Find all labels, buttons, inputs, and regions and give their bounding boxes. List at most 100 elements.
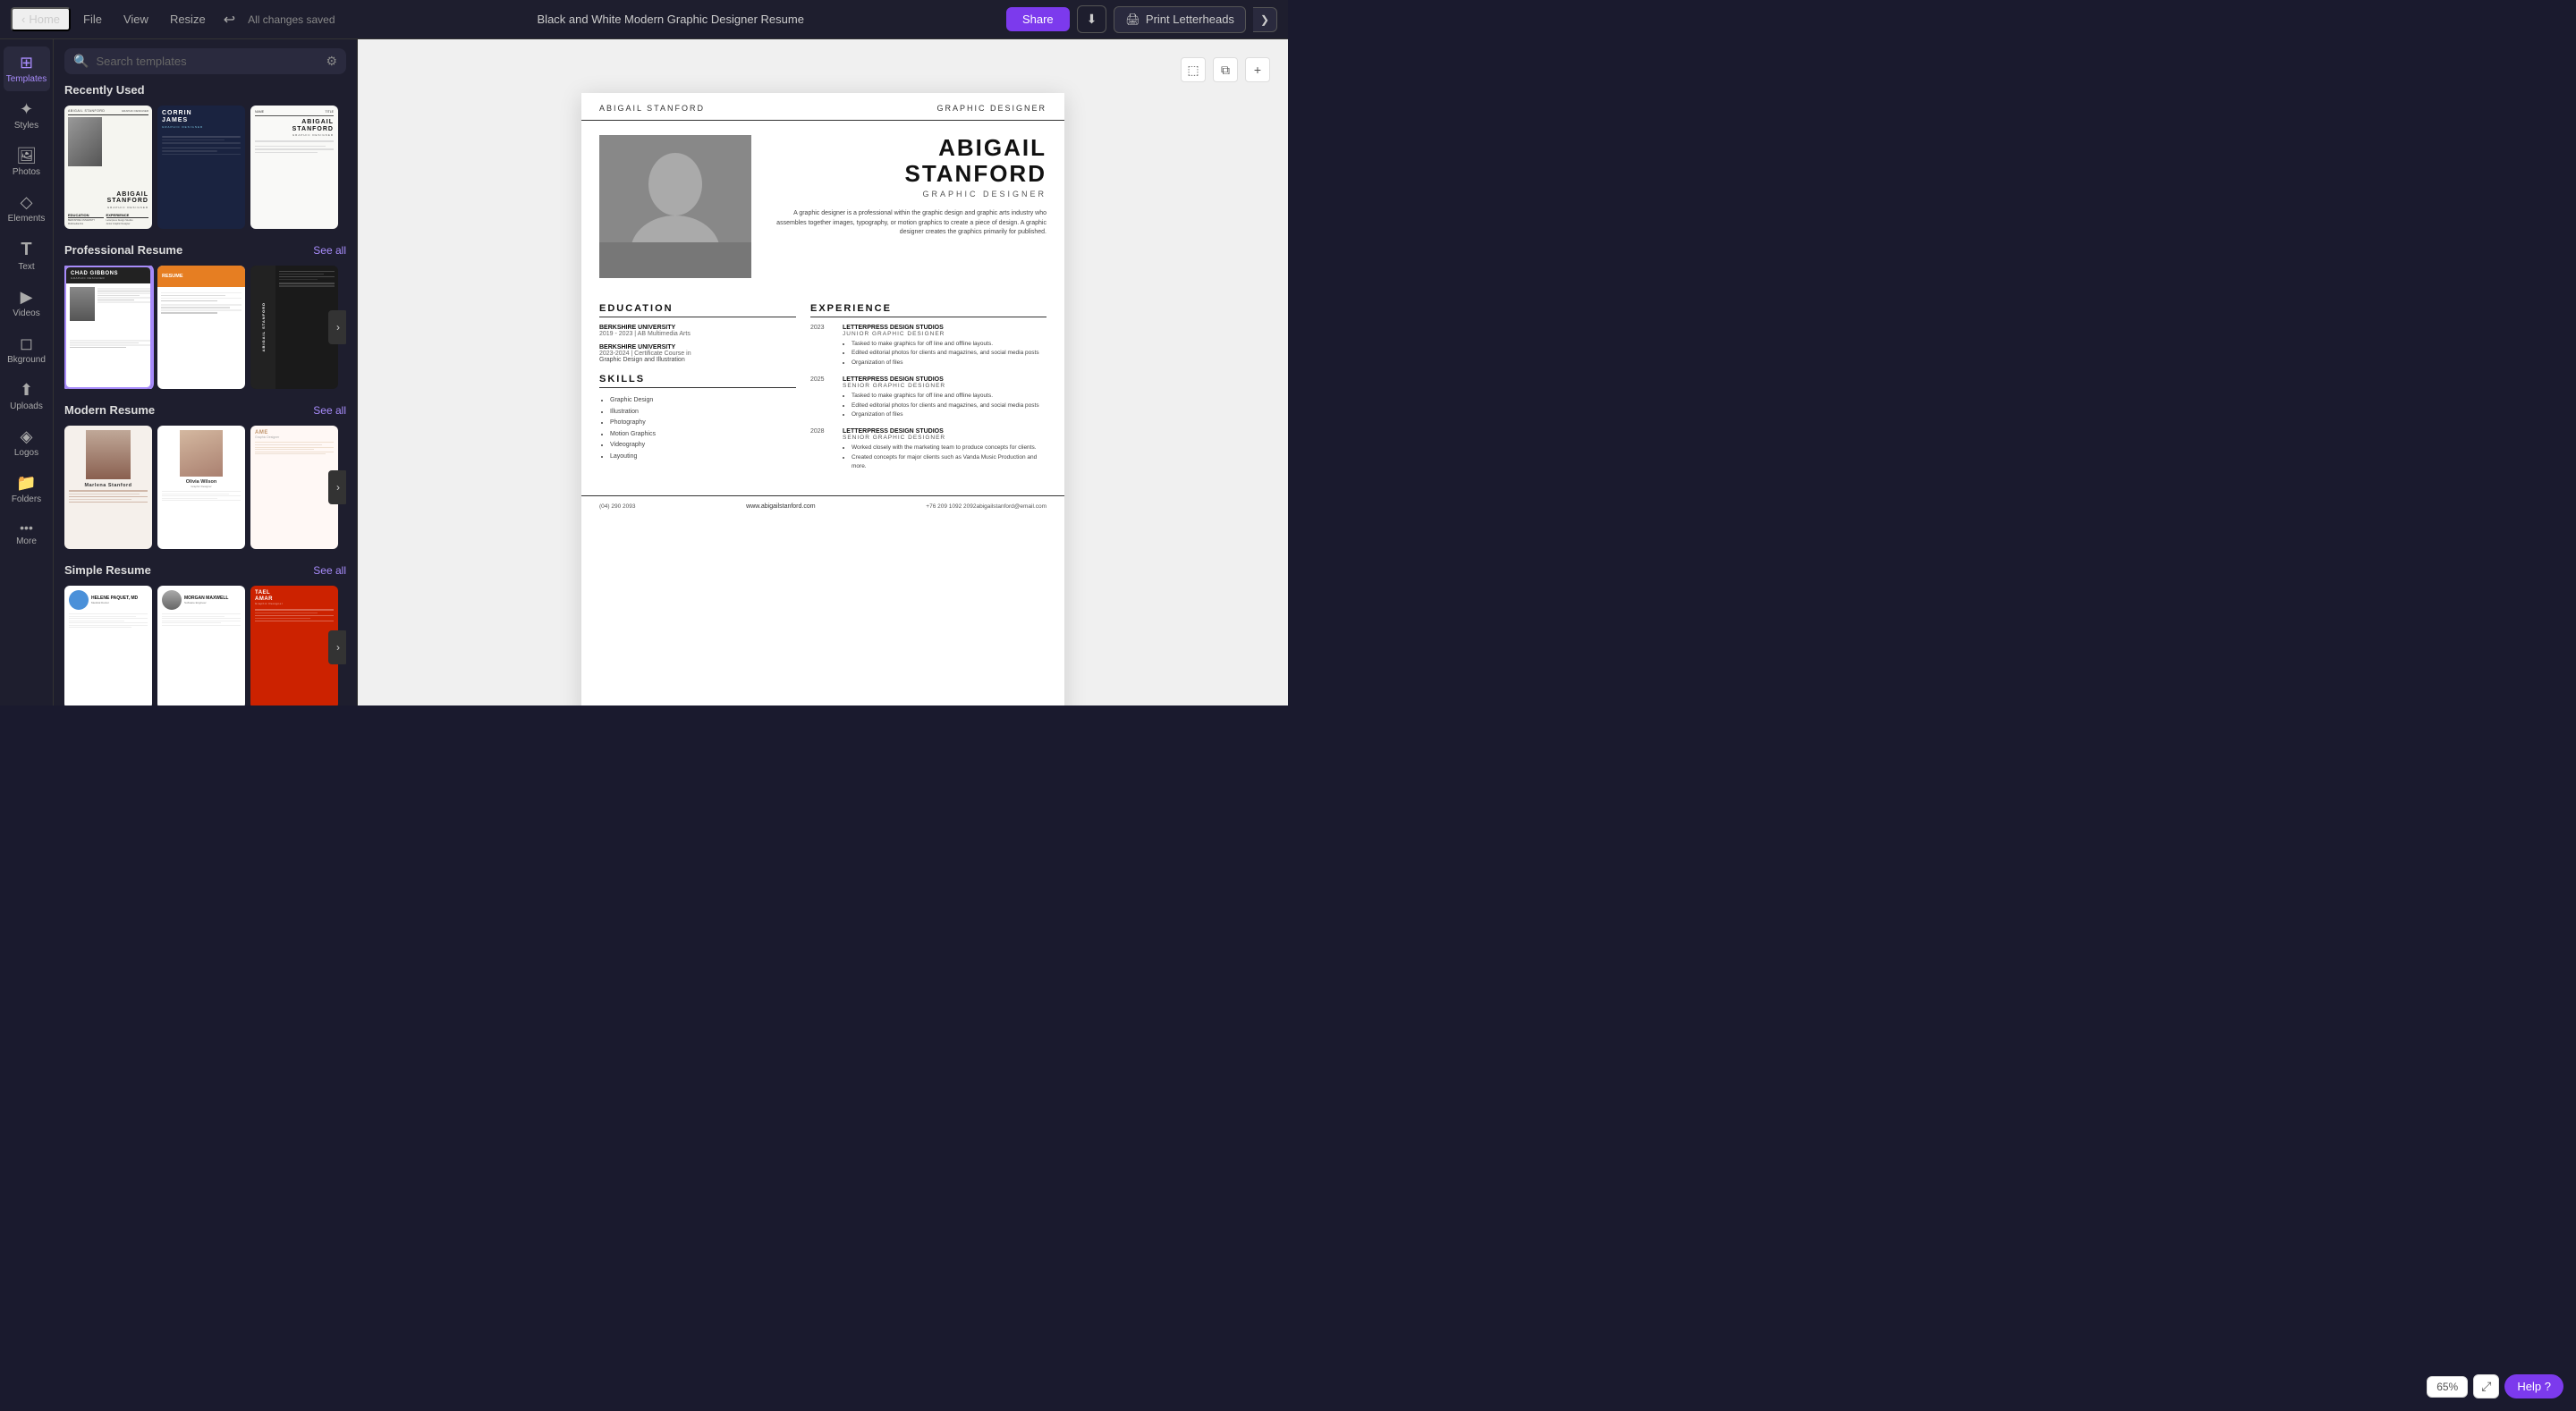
add-tool-button[interactable]: + bbox=[1245, 57, 1270, 82]
template-card-helene-paquet[interactable]: HELENE PAQUET, MD Medical Doctor bbox=[64, 586, 152, 706]
canvas-area: ⬚ ⧉ + ABIGAIL STANFORD GRAPHIC DESIGNER bbox=[358, 39, 1288, 706]
professional-resume-grid: CHAD GIBBONS GRAPHIC DESIGNER bbox=[64, 266, 346, 389]
sidebar-item-logos[interactable]: ◈ Logos bbox=[4, 420, 50, 465]
modern-scroll-right[interactable]: › bbox=[328, 470, 346, 504]
exp-year-1: 2023 bbox=[810, 325, 835, 368]
home-label: Home bbox=[29, 13, 60, 26]
skill-3: Photography bbox=[610, 418, 796, 429]
share-button[interactable]: Share bbox=[1006, 7, 1070, 31]
exp-bullet-1-2: Edited editorial photos for clients and … bbox=[852, 349, 1046, 358]
resume-footer-phone: (04) 290 2093 bbox=[599, 503, 635, 510]
styles-icon: ✦ bbox=[20, 100, 33, 119]
elements-icon: ◇ bbox=[21, 193, 33, 212]
modern-resume-section: Modern Resume See all Marlena Stanford bbox=[54, 403, 357, 563]
skill-5: Videography bbox=[610, 440, 796, 452]
template-card-morgan-maxwell[interactable]: MORGAN MAXWELL Software Engineer bbox=[157, 586, 245, 706]
background-label: Bkground bbox=[7, 355, 46, 365]
professional-resume-header: Professional Resume See all bbox=[64, 243, 346, 257]
logos-icon: ◈ bbox=[21, 427, 33, 446]
resume-footer: (04) 290 2093 www.abigailstanford.com +7… bbox=[581, 495, 1064, 517]
sidebar-item-elements[interactable]: ◇ Elements bbox=[4, 186, 50, 231]
template-card-recent3[interactable]: NAMETITLE ABIGAILSTANFORD GRAPHIC DESIGN… bbox=[250, 106, 338, 229]
exp-company-2: LETTERPRESS DESIGN STUDIOS bbox=[843, 376, 1046, 383]
photos-label: Photos bbox=[13, 167, 40, 177]
resume-document: ABIGAIL STANFORD GRAPHIC DESIGNER bbox=[581, 93, 1064, 706]
resume-body: EDUCATION BERKSHIRE UNIVERSITY 2019 - 20… bbox=[581, 292, 1064, 495]
search-input[interactable] bbox=[96, 55, 318, 68]
exp-year-3: 2028 bbox=[810, 428, 835, 471]
template-card-tael-amar[interactable]: TAELAMAR Graphic Designer bbox=[250, 586, 338, 706]
filter-button[interactable]: ⚙ bbox=[326, 54, 337, 69]
modern-resume-title: Modern Resume bbox=[64, 403, 155, 417]
bottom-controls: 65% ⤢ Help ? bbox=[2427, 1374, 2563, 1398]
sidebar-item-templates[interactable]: ⊞ Templates bbox=[4, 46, 50, 91]
template-card-corrin[interactable]: CORRINJAMES GRAPHIC DESIGNER bbox=[157, 106, 245, 229]
recently-used-title: Recently Used bbox=[64, 83, 145, 97]
more-icon: ••• bbox=[20, 520, 33, 535]
template-card-professional-3[interactable]: ABIGAIL STANFORD bbox=[250, 266, 338, 389]
edu-school-1: BERKSHIRE UNIVERSITY bbox=[599, 325, 796, 331]
resume-left-column: EDUCATION BERKSHIRE UNIVERSITY 2019 - 20… bbox=[599, 292, 796, 481]
template-card-chad-gibbons[interactable]: CHAD GIBBONS GRAPHIC DESIGNER bbox=[64, 266, 152, 389]
home-button[interactable]: ‹ Home bbox=[11, 7, 71, 31]
resume-photo bbox=[599, 135, 751, 278]
sidebar-item-text[interactable]: T Text bbox=[4, 232, 50, 279]
simple-scroll-right[interactable]: › bbox=[328, 630, 346, 664]
recently-used-header: Recently Used bbox=[64, 83, 346, 97]
template-card-modern-3[interactable]: AME Graphic Designer bbox=[250, 426, 338, 549]
professional-scroll-right[interactable]: › bbox=[328, 310, 346, 344]
print-dropdown-button[interactable]: ❯ bbox=[1253, 7, 1277, 32]
help-button[interactable]: Help ? bbox=[2504, 1374, 2563, 1398]
sidebar-item-folders[interactable]: 📁 Folders bbox=[4, 467, 50, 511]
copy-tool-button[interactable]: ⧉ bbox=[1213, 57, 1238, 82]
experience-section-title: EXPERIENCE bbox=[810, 303, 1046, 317]
logos-label: Logos bbox=[14, 448, 38, 458]
frame-tool-button[interactable]: ⬚ bbox=[1181, 57, 1206, 82]
modern-resume-see-all[interactable]: See all bbox=[313, 404, 346, 417]
file-menu[interactable]: File bbox=[74, 9, 111, 30]
template-card-olivia-wilson[interactable]: Olivia Wilson Graphic Designer bbox=[157, 426, 245, 549]
sidebar-item-videos[interactable]: ▶ Videos bbox=[4, 281, 50, 325]
exp-item-1: 2023 LETTERPRESS DESIGN STUDIOS JUNIOR G… bbox=[810, 325, 1046, 368]
topbar-center: Black and White Modern Graphic Designer … bbox=[343, 12, 999, 28]
resize-menu[interactable]: Resize bbox=[161, 9, 215, 30]
topbar: ‹ Home File View Resize ↩ All changes sa… bbox=[0, 0, 1288, 39]
edu-year-1: 2019 - 2023 | AB Multimedia Arts bbox=[599, 331, 796, 337]
resume-footer-url: www.abigailstanford.com bbox=[635, 503, 926, 510]
uploads-icon: ⬆ bbox=[20, 381, 33, 400]
download-button[interactable]: ⬇ bbox=[1077, 5, 1107, 33]
zoom-value: 65% bbox=[2436, 1381, 2458, 1393]
exp-bullet-2-2: Edited editorial photos for clients and … bbox=[852, 401, 1046, 410]
template-card-abigail[interactable]: ABIGAIL STANFORD GRAPHIC DESIGNER ABIGAI… bbox=[64, 106, 152, 229]
sidebar-item-more[interactable]: ••• More bbox=[4, 513, 50, 553]
exp-role-2: SENIOR GRAPHIC DESIGNER bbox=[843, 383, 1046, 389]
template-card-professional-2[interactable]: RESUME bbox=[157, 266, 245, 389]
template-card-modern-1[interactable]: Marlena Stanford bbox=[64, 426, 152, 549]
undo-button[interactable]: ↩ bbox=[218, 7, 241, 32]
professional-resume-see-all[interactable]: See all bbox=[313, 244, 346, 257]
videos-icon: ▶ bbox=[21, 288, 33, 307]
simple-resume-see-all[interactable]: See all bbox=[313, 564, 346, 577]
view-menu[interactable]: View bbox=[114, 9, 157, 30]
photo-placeholder bbox=[599, 135, 751, 278]
resume-name-header: ABIGAIL STANFORD bbox=[599, 104, 705, 113]
resume-footer-email: abigailstanford@email.com bbox=[977, 503, 1047, 510]
sidebar-item-styles[interactable]: ✦ Styles bbox=[4, 93, 50, 138]
sidebar-item-photos[interactable]: 🖼 Photos bbox=[4, 139, 50, 184]
edu-school-2: BERKSHIRE UNIVERSITY bbox=[599, 344, 796, 351]
edu-degree-2: Graphic Design and Illustration bbox=[599, 357, 796, 363]
templates-icon: ⊞ bbox=[20, 54, 33, 72]
exp-bullet-1-1: Tasked to make graphics for off line and… bbox=[852, 340, 1046, 349]
canvas-toolbar: ⬚ ⧉ + bbox=[1181, 57, 1270, 82]
sidebar-item-background[interactable]: ◻ Bkground bbox=[4, 327, 50, 372]
sidebar-item-uploads[interactable]: ⬆ Uploads bbox=[4, 374, 50, 418]
skills-section-title: SKILLS bbox=[599, 374, 796, 388]
recently-used-grid: ABIGAIL STANFORD GRAPHIC DESIGNER ABIGAI… bbox=[64, 106, 346, 229]
modern-resume-grid: Marlena Stanford Olivia Wilson Graphic D… bbox=[64, 426, 346, 549]
search-icon: 🔍 bbox=[73, 54, 89, 69]
expand-button[interactable]: ⤢ bbox=[2473, 1374, 2499, 1398]
templates-label: Templates bbox=[6, 74, 47, 84]
edu-item-1: BERKSHIRE UNIVERSITY 2019 - 2023 | AB Mu… bbox=[599, 325, 796, 337]
exp-role-1: JUNIOR GRAPHIC DESIGNER bbox=[843, 331, 1046, 337]
print-button[interactable]: 🖨 Print Letterheads bbox=[1114, 6, 1246, 33]
